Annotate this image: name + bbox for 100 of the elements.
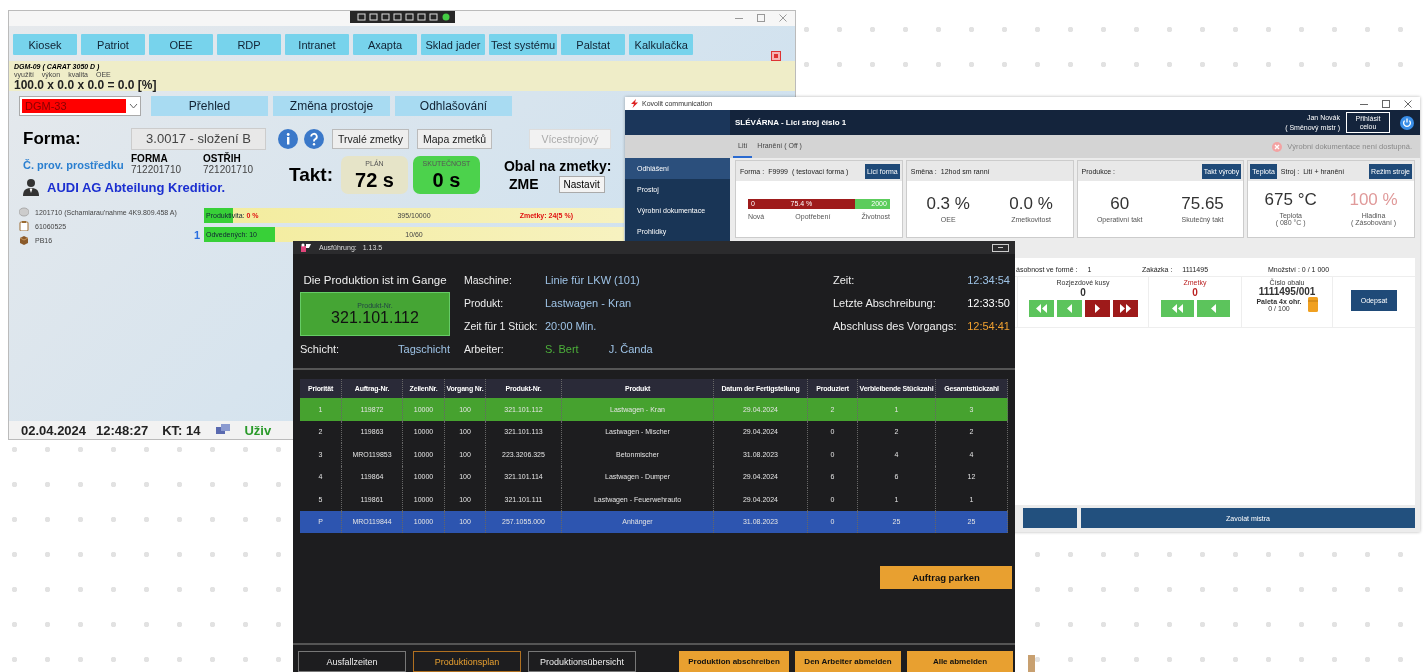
tab[interactable]: Produktionsübersicht <box>528 651 636 672</box>
time-label: Abschluss des Vorgangs: <box>833 319 957 332</box>
package-number: 1111495/001 <box>1258 286 1316 297</box>
fast-forward-icon <box>1119 304 1131 313</box>
metric-value: 100 % <box>1349 190 1398 210</box>
error-icon <box>1272 141 1283 152</box>
rewind-icon <box>1171 304 1183 313</box>
detail-value: Linie für LKW (101) <box>545 273 640 286</box>
nav-button[interactable]: Palstat <box>561 34 626 55</box>
counter-value: 0 <box>1192 287 1198 299</box>
metric-value: 0.0 % <box>1009 194 1053 214</box>
rewind-icon <box>1035 304 1047 313</box>
nav-button[interactable]: Intranet <box>285 34 349 55</box>
nav-button[interactable]: Kiosek <box>13 34 77 55</box>
time-text: 12:48:27 <box>96 422 149 438</box>
customer-name: AUDI AG Abteilung Kreditior. <box>47 179 226 195</box>
logo-icon <box>299 242 313 253</box>
date-text: 02.04.2024 <box>21 422 87 438</box>
time-label: Letzte Abschreibung: <box>833 296 936 309</box>
tool-button[interactable]: Mapa zmetků <box>416 129 492 149</box>
maximize-icon[interactable] <box>1382 99 1390 108</box>
tab[interactable]: Ausfallzeiten <box>298 651 406 672</box>
detail-value: Lastwagen - Kran <box>545 296 632 309</box>
metric-value: 60 <box>1110 194 1130 214</box>
action-button[interactable]: Změna prostoje <box>273 96 390 116</box>
box-icon <box>19 235 29 245</box>
time-value: 12:54:41 <box>967 319 1010 332</box>
takt-value: 72 s <box>355 170 394 190</box>
park-button[interactable]: Auftrag parken <box>880 566 1012 589</box>
back-icon <box>1210 304 1216 313</box>
takt-value: 0 s <box>432 170 461 190</box>
user-label: Uživ <box>244 422 272 438</box>
step-button[interactable] <box>1112 300 1138 317</box>
toolbar-drawing[interactable] <box>349 11 455 23</box>
nav-button[interactable]: Patriot <box>81 34 145 55</box>
counter-value: 0 <box>1080 287 1086 299</box>
product-number: 321.101.112 <box>331 308 419 327</box>
set-button[interactable]: Nastavit <box>558 175 605 193</box>
tool-button[interactable]: Trvalé zmetky <box>332 129 409 149</box>
nav-button[interactable]: Sklad jader <box>421 34 485 55</box>
action-button[interactable]: Alle abmelden <box>907 651 1013 672</box>
nav-button[interactable]: Axapta <box>353 34 417 55</box>
shift-value: Tagschicht <box>398 342 450 355</box>
person-icon <box>23 178 39 196</box>
minimize-icon <box>998 246 1003 249</box>
nav-button[interactable]: RDP <box>217 34 281 55</box>
takt-label: Takt: <box>289 164 333 186</box>
logo-icon <box>631 99 638 108</box>
metric-value: 675 °C <box>1264 190 1317 210</box>
detail-label: Produkt: <box>464 296 505 309</box>
bin-label: Obal na zmetky: <box>504 157 612 174</box>
detail-label: Zeit für 1 Stück: <box>464 319 539 332</box>
action-button[interactable]: Den Arbeiter abmelden <box>795 651 901 672</box>
action-button[interactable]: Odhlašování <box>395 96 512 116</box>
kt-text: KT: 14 <box>162 422 201 438</box>
network-icon <box>216 424 231 436</box>
action-button[interactable]: Přehled <box>151 96 268 116</box>
code-label: OSTŘIH <box>203 154 242 165</box>
help-icon[interactable] <box>304 129 324 149</box>
detail-value: S. Bert <box>545 342 579 355</box>
form-field[interactable]: 3.0017 - složení B <box>131 128 266 150</box>
detail-value: J. Čanda <box>608 342 653 355</box>
tab[interactable]: Produktionsplan <box>413 651 521 672</box>
detail-label: Arbeiter: <box>464 342 505 355</box>
detail-label: Maschine: <box>464 273 513 286</box>
nav-button[interactable]: OEE <box>149 34 213 55</box>
nav-button[interactable]: Kalkulačka <box>629 34 694 55</box>
metric-value: 75.65 <box>1181 194 1224 214</box>
action-button[interactable]: Produktion abschreiben <box>679 651 789 672</box>
close-icon[interactable] <box>1404 99 1412 108</box>
alert-icon[interactable] <box>771 51 781 61</box>
metric-value: 0.3 % <box>926 194 970 214</box>
nav-button[interactable]: Test systému <box>489 34 558 55</box>
close-icon[interactable] <box>779 14 787 22</box>
time-label: Zeit: <box>833 273 855 286</box>
play-icon <box>1094 304 1100 313</box>
caret-icon <box>129 103 138 109</box>
time-value: 12:33:50 <box>967 296 1010 309</box>
tool-label: Č. prov. prostředku <box>23 159 121 171</box>
time-value: 12:34:54 <box>967 273 1010 286</box>
accent-bar <box>1028 655 1035 672</box>
clipboard-icon <box>19 221 29 231</box>
minimize-button[interactable] <box>992 243 1009 252</box>
back-icon <box>1066 304 1072 313</box>
code-label: FORMA <box>131 154 169 165</box>
maximize-icon[interactable] <box>757 14 765 22</box>
station-title: SLÉVÁRNA - Licí stroj číslo 1 <box>735 118 847 127</box>
form-label: Forma: <box>23 129 82 149</box>
shift-label: Schicht: <box>300 342 340 355</box>
info-icon[interactable] <box>278 129 298 149</box>
bin-code: ZME <box>509 176 539 192</box>
power-icon[interactable] <box>1400 115 1414 130</box>
package-icon <box>1307 297 1318 312</box>
code-value: 721201710 <box>203 164 255 175</box>
status-text: Die Produktion ist im Gange <box>302 273 448 286</box>
detail-value: 20:00 Min. <box>545 319 597 332</box>
code-value: 712201710 <box>131 164 183 175</box>
oee-formula: 100.0 x 0.0 x 0.0 = 0.0 [%] <box>14 79 158 91</box>
step-button[interactable] <box>1084 300 1110 317</box>
row-number: 1 <box>194 228 202 241</box>
